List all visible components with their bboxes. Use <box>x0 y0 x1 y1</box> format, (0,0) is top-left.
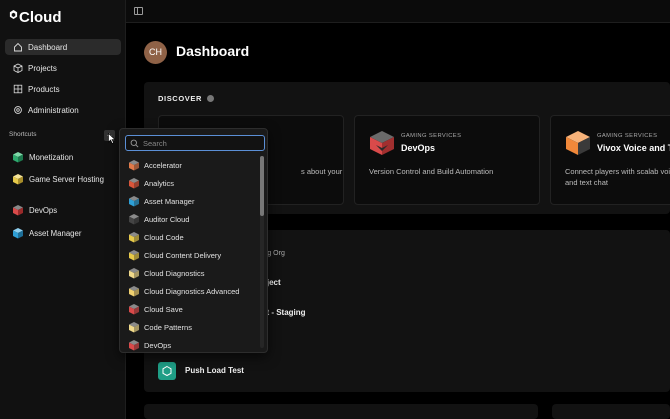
asset-manager-cube-icon <box>13 228 23 239</box>
dropdown-item-label: Accelerator <box>144 160 182 170</box>
product-cube-icon <box>129 196 139 207</box>
dropdown-item[interactable]: Auditor Cloud <box>128 210 258 228</box>
dropdown-list: Accelerator Analytics Asset Manager Auditor… <box>128 156 258 354</box>
scrollbar-thumb[interactable] <box>260 156 264 216</box>
product-cube-icon <box>129 178 139 189</box>
dropdown-item-label: Auditor Cloud <box>144 214 190 224</box>
shortcut-asset-manager[interactable]: Asset Manager <box>12 227 122 239</box>
monetization-cube-icon <box>13 152 23 163</box>
search-input[interactable] <box>143 138 261 148</box>
bottom-card <box>552 404 670 419</box>
shortcut-label: Game Server Hosting <box>29 174 104 184</box>
dropdown-item-label: DevOps <box>144 340 172 350</box>
discover-title: DISCOVER <box>158 94 214 103</box>
cloud-logo[interactable]: Cloud <box>9 9 62 26</box>
dropdown-item[interactable]: Cloud Content Delivery <box>128 246 258 264</box>
dropdown-item[interactable]: Analytics <box>128 174 258 192</box>
page-title: Dashboard <box>176 43 250 59</box>
shortcut-label: DevOps <box>29 205 58 215</box>
sidebar: Cloud Dashboard Projects Products Admini… <box>0 0 126 419</box>
devops-cube-icon <box>13 205 23 216</box>
game-server-hosting-cube-icon <box>13 174 23 185</box>
dropdown-item-label: Asset Manager <box>144 196 195 206</box>
logo-text: Cloud <box>19 9 62 26</box>
dropdown-scrollbar[interactable] <box>260 156 264 348</box>
product-cube-icon <box>129 214 139 225</box>
product-cube-icon <box>129 340 139 351</box>
dropdown-item[interactable]: Code Patterns <box>128 318 258 336</box>
card-category: GAMING SERVICES <box>401 133 462 139</box>
discover-title-text: DISCOVER <box>158 94 202 103</box>
shortcut-game-server-hosting[interactable]: Game Server Hosting <box>12 173 122 185</box>
card-description: Version Control and Build Automation <box>369 167 494 176</box>
avatar[interactable]: CH <box>144 41 167 64</box>
card-description: Connect players with scalab voice and te… <box>565 167 670 187</box>
card-category: GAMING SERVICES <box>597 133 658 139</box>
search-box <box>125 135 265 151</box>
vivox-cube-icon <box>566 131 590 155</box>
dropdown-item[interactable]: Cloud Diagnostics Advanced <box>128 282 258 300</box>
discover-card-devops[interactable]: GAMING SERVICES DevOps Version Control a… <box>354 115 540 205</box>
product-cube-icon <box>129 286 139 297</box>
shortcuts-label: Shortcuts <box>9 131 37 138</box>
dropdown-item[interactable]: Accelerator <box>128 156 258 174</box>
card-name: Vivox Voice and T <box>597 143 670 153</box>
toggle-sidebar-icon[interactable] <box>134 7 143 15</box>
gear-icon <box>14 106 22 114</box>
logo-mark-icon <box>9 10 18 19</box>
grid-icon <box>13 84 23 94</box>
bottom-card <box>144 404 538 419</box>
dropdown-item[interactable]: DevOps <box>128 336 258 354</box>
dropdown-item[interactable]: Cloud Code <box>128 228 258 246</box>
product-cube-icon <box>129 160 139 171</box>
dropdown-item-label: Cloud Content Delivery <box>144 250 222 260</box>
sidebar-item-administration[interactable]: Administration <box>5 102 121 118</box>
dropdown-item-label: Cloud Code <box>144 232 184 242</box>
shortcut-monetization[interactable]: Monetization <box>12 151 122 163</box>
home-icon <box>14 42 22 52</box>
dropdown-item[interactable]: Cloud Diagnostics <box>128 264 258 282</box>
push-load-test-link[interactable]: Push Load Test <box>185 366 244 375</box>
sidebar-item-label: Dashboard <box>28 42 68 52</box>
card-description: s about your <box>301 167 343 176</box>
product-cube-icon <box>129 250 139 261</box>
sidebar-item-projects[interactable]: Projects <box>5 60 121 76</box>
dropdown-item[interactable]: Asset Manager <box>128 192 258 210</box>
dropdown-item[interactable]: Cloud Save <box>128 300 258 318</box>
top-bar <box>126 0 670 23</box>
sidebar-item-label: Administration <box>28 105 79 115</box>
product-cube-icon <box>129 268 139 279</box>
card-name: DevOps <box>401 143 436 153</box>
shortcut-devops[interactable]: DevOps <box>12 204 122 216</box>
sidebar-item-dashboard[interactable]: Dashboard <box>5 39 121 55</box>
shortcut-label: Asset Manager <box>29 228 82 238</box>
mouse-cursor-icon <box>108 133 116 144</box>
product-cube-icon <box>129 304 139 315</box>
search-icon <box>130 139 139 147</box>
shortcut-picker-dropdown: Accelerator Analytics Asset Manager Auditor… <box>119 128 268 353</box>
push-load-test-icon <box>158 362 176 380</box>
dropdown-item-label: Analytics <box>144 178 175 188</box>
product-cube-icon <box>129 322 139 333</box>
product-cube-icon <box>129 232 139 243</box>
dropdown-item-label: Cloud Save <box>144 304 183 314</box>
discover-card-vivox[interactable]: GAMING SERVICES Vivox Voice and T Connec… <box>550 115 670 205</box>
sidebar-item-label: Projects <box>28 63 57 73</box>
devops-cube-icon <box>370 131 394 155</box>
dropdown-item-label: Code Patterns <box>144 322 192 332</box>
shortcut-label: Monetization <box>29 152 74 162</box>
sidebar-item-products[interactable]: Products <box>5 81 121 97</box>
sidebar-item-label: Products <box>28 84 60 94</box>
info-icon[interactable] <box>206 95 214 102</box>
dropdown-item-label: Cloud Diagnostics <box>144 268 205 278</box>
cube-outline-icon <box>13 63 23 73</box>
dropdown-item-label: Cloud Diagnostics Advanced <box>144 286 240 296</box>
project-row[interactable]: ct - Staging <box>262 308 306 317</box>
